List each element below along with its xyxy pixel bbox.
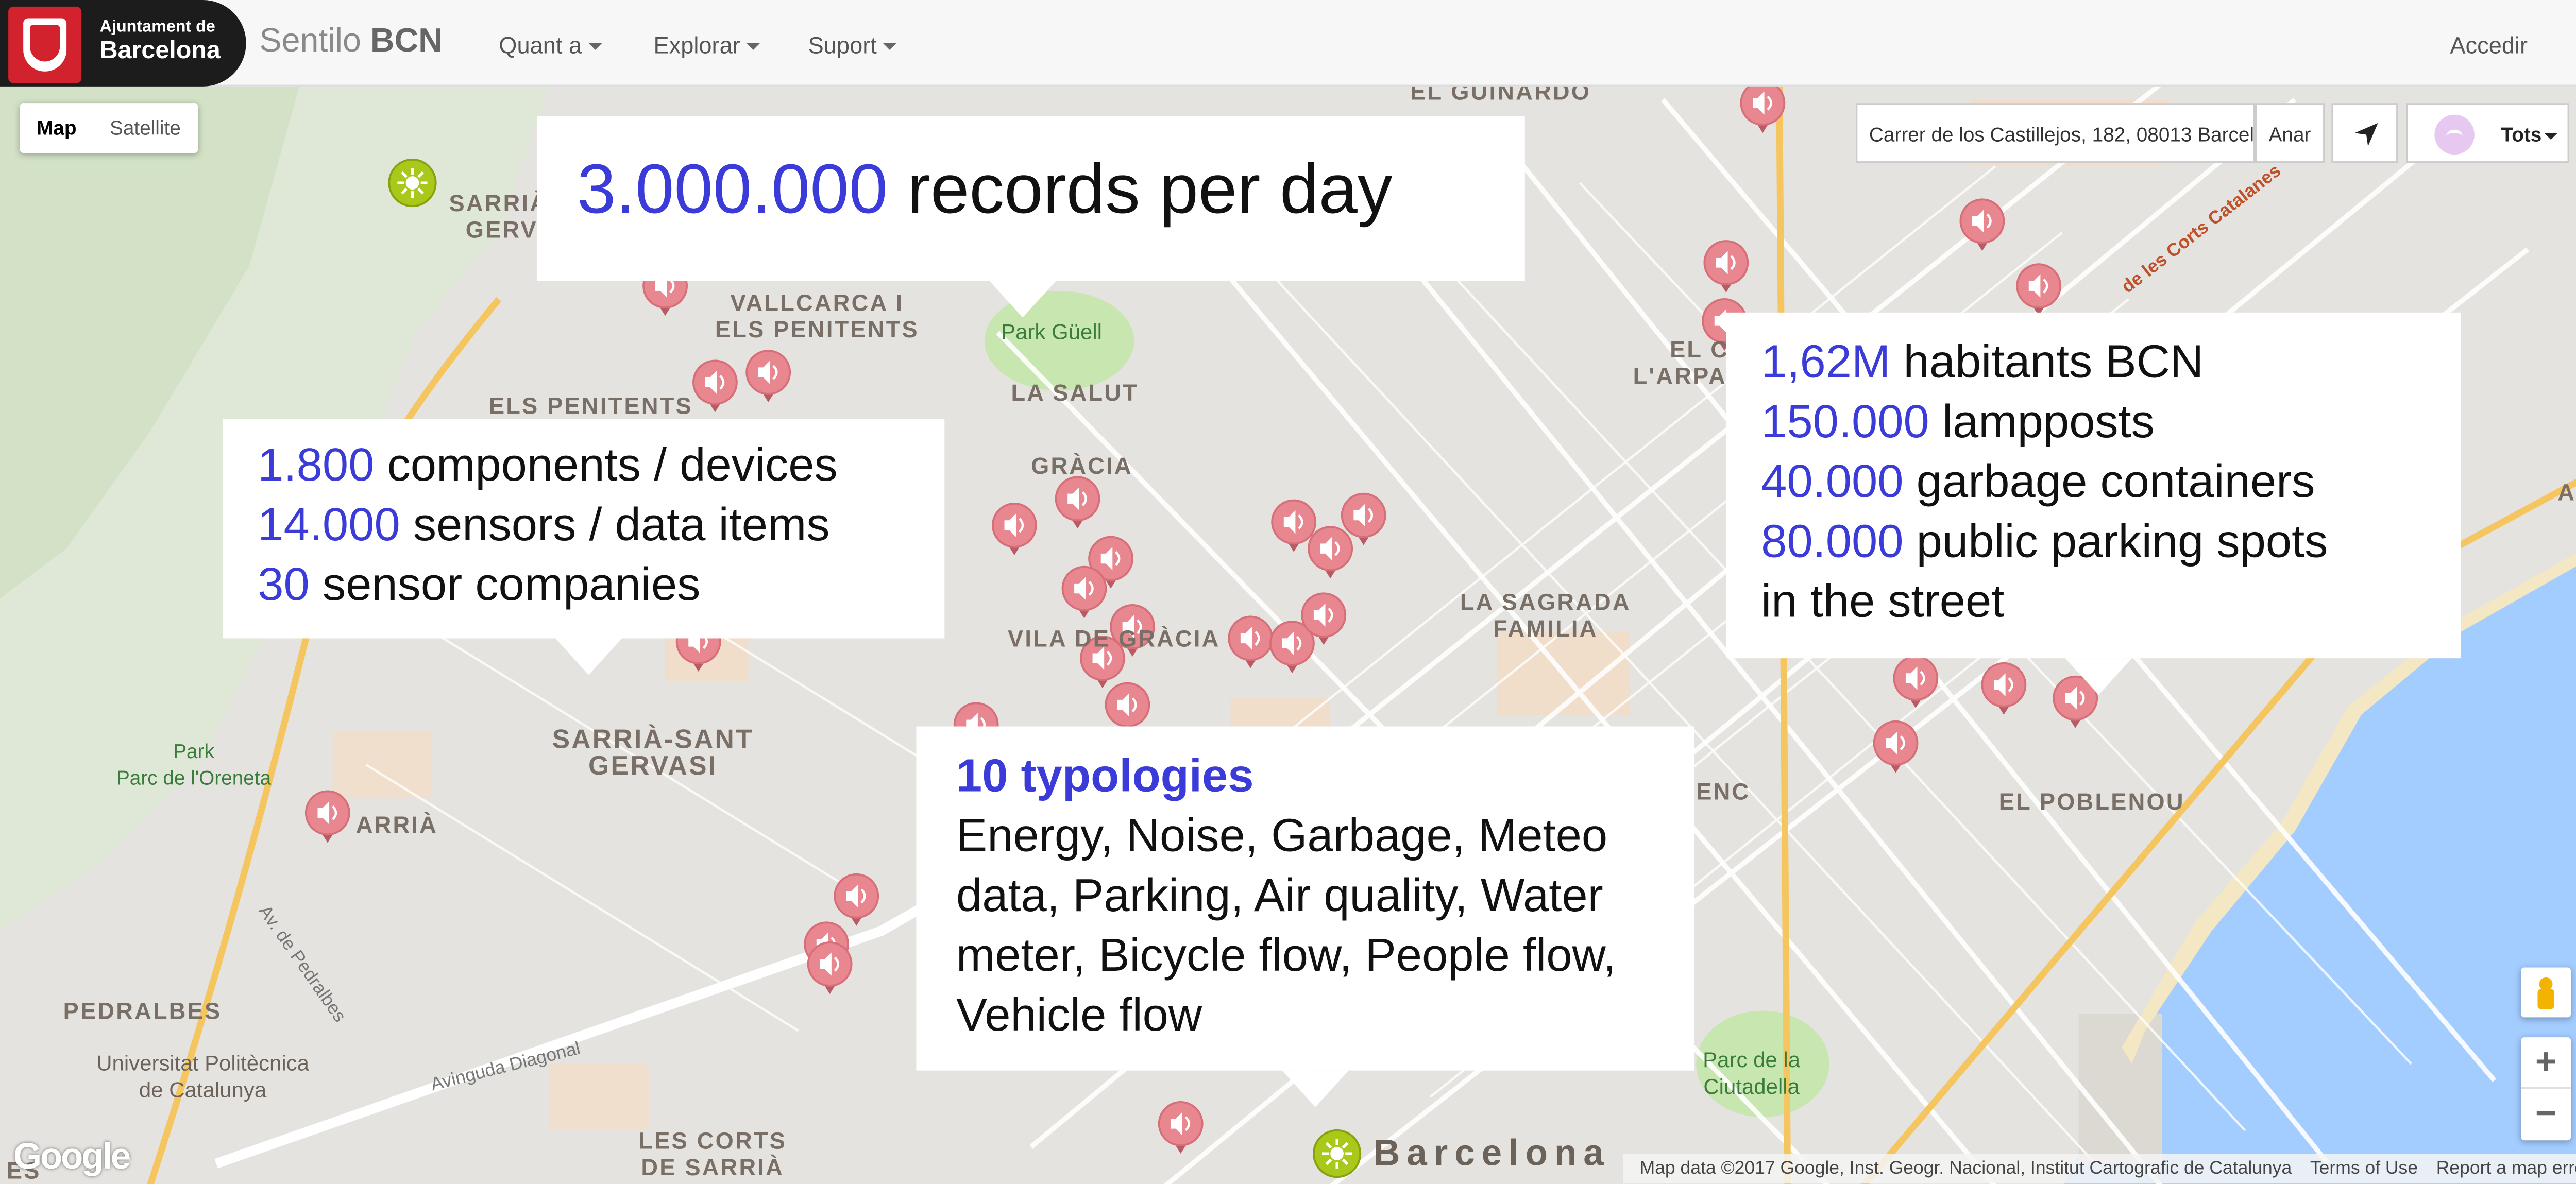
stat-text: garbage containers: [1903, 455, 2315, 507]
city-stats-callout: 1,62M habitants BCN 150.000 lampposts 40…: [1726, 312, 2461, 695]
map-type-toggle: Map Satellite: [20, 103, 198, 153]
nav-quant-a[interactable]: Quant a: [499, 31, 602, 58]
typologies-list: Energy, Noise, Garbage, Meteo data, Park…: [956, 809, 1616, 1041]
brand-bold: BCN: [370, 23, 443, 60]
stat-text: sensors / data items: [400, 499, 830, 551]
zoom-in-button[interactable]: +: [2521, 1037, 2571, 1089]
map-label-el-guinardo: EL GUINARDO: [1410, 86, 1591, 105]
map-label-gerv: GERV.: [465, 216, 544, 243]
devices-callout: 1.800 components / devices 14.000 sensor…: [223, 419, 945, 675]
caret-down-icon: [588, 43, 602, 50]
ajuntament-logo[interactable]: Ajuntament de Barcelona: [0, 0, 246, 87]
map-label-upc: Universitat Politècnica de Catalunya: [96, 1050, 309, 1102]
stat-text: habitants BCN: [1890, 335, 2204, 388]
map-label-arria: ARRIÀ: [355, 811, 438, 838]
stat-text: lampposts: [1929, 396, 2155, 448]
stat-number: 30: [258, 558, 310, 610]
nav-label: Quant a: [499, 31, 582, 58]
typologies-callout: 10 typologies Energy, Noise, Garbage, Me…: [916, 726, 1695, 1107]
nav-label: Suport: [808, 31, 877, 58]
nav-suport[interactable]: Suport: [808, 31, 897, 58]
zoom-out-button[interactable]: −: [2521, 1089, 2571, 1140]
map-label-park-guell: Park Güell: [1001, 319, 1103, 345]
barcelona-shield-icon: [8, 6, 82, 83]
go-button[interactable]: Anar: [2255, 103, 2325, 163]
caret-down-icon: [2544, 133, 2558, 140]
stat-text: components / devices: [374, 439, 838, 491]
map-label-park-oreneta: Park Parc de l'Oreneta: [116, 740, 272, 790]
terms-link[interactable]: Terms of Use: [2310, 1159, 2418, 1179]
nav-label: Explorar: [653, 31, 740, 58]
screen: Ajuntament de Barcelona Sentilo BCN Quan…: [0, 0, 2576, 1184]
map-label-vallcarca: VALLCARCA I ELS PENITENTS: [715, 289, 919, 342]
map-label-els-penitents: ELS PENITENTS: [488, 392, 693, 419]
stat-number: 40.000: [1761, 455, 1904, 507]
map-type-map-button[interactable]: Map: [20, 103, 93, 153]
records-text: records per day: [888, 149, 1393, 228]
filter-label: Tots: [2501, 123, 2542, 147]
map-label-enc: ENC: [1696, 778, 1751, 805]
callout-line: 1.800 components / devices: [258, 436, 909, 495]
callout-line: 30 sensor companies: [258, 555, 909, 615]
map-label-barcelona: Barcelona: [1374, 1132, 1611, 1174]
stat-number: 150.000: [1761, 396, 1929, 448]
map-label-gracia: GRÀCIA: [1031, 452, 1133, 479]
map-label-parc-ciutadella: Parc de la Ciutadella: [1703, 1047, 1801, 1099]
stat-number: 1.800: [258, 439, 375, 491]
map-label-sarria-sant-gervasi: SARRIÀ-SANT GERVASI: [552, 726, 754, 782]
map-type-satellite-button[interactable]: Satellite: [93, 103, 197, 153]
stat-number: 14.000: [258, 499, 400, 551]
wifi-icon: [2434, 114, 2475, 155]
map-attribution: Map data ©2017 Google, Inst. Geogr. Naci…: [1623, 1154, 2576, 1184]
report-error-link[interactable]: Report a map error: [2436, 1159, 2576, 1179]
brand-light: Sentilo: [259, 23, 370, 60]
caret-down-icon: [883, 43, 897, 50]
top-navbar: Ajuntament de Barcelona Sentilo BCN Quan…: [0, 0, 2576, 87]
app-brand[interactable]: Sentilo BCN: [260, 23, 443, 61]
map-label-ar: AR: [2557, 478, 2576, 506]
map-data-text: Map data ©2017 Google, Inst. Geogr. Naci…: [1639, 1158, 2292, 1179]
callout-line-extra: in the street: [1761, 575, 2005, 627]
stat-number: 80.000: [1761, 515, 1904, 567]
records-per-day-callout: 3.000.000 records per day: [537, 116, 1525, 318]
address-search-input[interactable]: Carrer de los Castillejos, 182, 08013 Ba…: [1856, 103, 2255, 163]
google-logo: Google: [13, 1135, 131, 1177]
navigation-arrow-icon: [2354, 123, 2378, 147]
callout-line: 150.000 lampposts: [1761, 392, 2426, 452]
locate-button[interactable]: [2331, 103, 2398, 163]
typologies-title: 10 typologies: [956, 749, 1254, 801]
map-label-vila-de-gracia: VILA DE GRÀCIA: [1007, 625, 1221, 652]
stat-number: 1,62M: [1761, 335, 1891, 388]
zoom-controls: + −: [2521, 1037, 2571, 1141]
map-label-el-poblenou: EL POBLENOU: [1998, 787, 2185, 815]
stat-text: sensor companies: [309, 558, 701, 610]
login-link[interactable]: Accedir: [2450, 31, 2528, 58]
map-label-sarria: SARRIÀ: [449, 189, 549, 216]
caret-down-icon: [747, 43, 760, 50]
sensor-filter-dropdown[interactable]: Tots: [2406, 103, 2569, 163]
logo-line-2: Barcelona: [99, 37, 221, 65]
map-label-la-salut: LA SALUT: [1011, 379, 1139, 406]
records-number: 3.000.000: [577, 149, 888, 228]
callout-line: 14.000 sensors / data items: [258, 495, 909, 555]
nav-explorar[interactable]: Explorar: [653, 31, 760, 58]
callout-line: 40.000 garbage containers: [1761, 452, 2426, 512]
pegman-button[interactable]: [2521, 967, 2571, 1018]
map-label-pedralbes: PEDRALBES: [63, 997, 222, 1024]
callout-line: 80.000 public parking spots: [1761, 512, 2426, 572]
map-label-sagrada-familia: LA SAGRADA FAMILIA: [1460, 588, 1631, 642]
logo-line-1: Ajuntament de: [99, 18, 215, 37]
callout-line: 1,62M habitants BCN: [1761, 333, 2426, 392]
stat-text: public parking spots: [1903, 515, 2328, 567]
map-label-les-corts: LES CORTS DE SARRIÀ: [638, 1127, 787, 1180]
